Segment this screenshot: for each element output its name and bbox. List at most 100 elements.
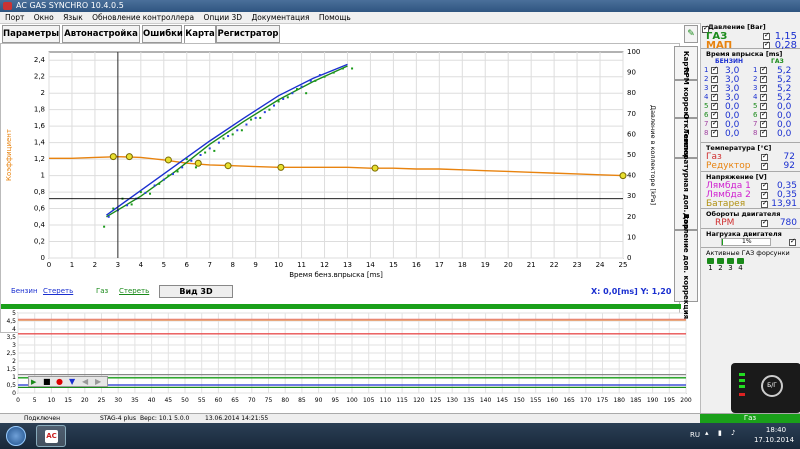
log-x-tick-label: 115 — [396, 397, 408, 404]
log-x-tick-label: 165 — [563, 397, 575, 404]
gas-injector-checkbox[interactable] — [760, 128, 767, 137]
app-taskbar-icon: AC — [45, 430, 58, 443]
taskbar-app-button[interactable]: AC — [36, 425, 66, 447]
y2-tick-label: 100 — [627, 48, 640, 56]
gas-injector-checkbox[interactable] — [760, 119, 767, 128]
x-tick-label: 6 — [185, 261, 190, 269]
voltage-header: Напряжение [V] — [706, 173, 767, 181]
rpm-checkbox[interactable] — [761, 218, 768, 227]
tray-up-icon[interactable]: ▴ — [705, 429, 709, 437]
benzin-injector-checkbox[interactable] — [711, 74, 718, 83]
battery-checkbox[interactable] — [761, 199, 768, 208]
gas-injector-checkbox[interactable] — [760, 101, 767, 110]
benzin-injector-checkbox[interactable] — [711, 65, 718, 74]
gas-switch-button[interactable]: Б/Г — [761, 375, 783, 397]
benzin-injector-checkbox[interactable] — [711, 101, 718, 110]
pressure-section: Давление [Bar] ГАЗ1,15 МАП0,28 — [701, 23, 800, 51]
erase-benzin-button[interactable]: Стереть — [43, 287, 73, 295]
gas-injector-icon-number: 2 — [718, 264, 723, 272]
log-x-tick-label: 190 — [647, 397, 659, 404]
title-bar: AC GAS SYNCHRO 10.4.0.5 — [0, 0, 800, 12]
y-tick-label: 2,2 — [34, 73, 45, 81]
stop-icon[interactable]: ■ — [43, 377, 51, 386]
temp-reducer-checkbox[interactable] — [761, 161, 768, 170]
benzin-injector-checkbox[interactable] — [711, 110, 718, 119]
next-icon[interactable]: ▶ — [95, 377, 101, 386]
gas-injector-icon-number: 3 — [728, 264, 733, 272]
gas-injector-checkbox[interactable] — [760, 74, 767, 83]
x-axis-label: Время бенз.впрыска [ms] — [289, 271, 383, 279]
log-x-tick-label: 110 — [380, 397, 392, 404]
log-x-tick-label: 105 — [363, 397, 375, 404]
taskbar: AC RU ▴ ▮ ♪ 18:40 17.10.2014 — [0, 423, 800, 449]
rpm-header: Обороты двигателя — [706, 210, 781, 218]
y-tick-label: 2,4 — [34, 56, 46, 64]
data-point — [619, 172, 627, 180]
gas-injector-icon-number: 1 — [708, 264, 713, 272]
tab-errors[interactable]: Ошибки — [142, 25, 183, 43]
language-indicator[interactable]: RU — [690, 431, 700, 439]
data-point — [240, 129, 243, 132]
data-point — [125, 153, 133, 161]
benzin-injector-checkbox[interactable] — [711, 128, 718, 137]
data-point — [236, 129, 239, 132]
network-icon[interactable]: ▮ — [718, 429, 722, 437]
tab-autotune[interactable]: Автонастройка — [62, 25, 140, 43]
active-injectors-header: Активные ГАЗ форсунки — [706, 249, 790, 257]
y2-tick-label: 10 — [627, 233, 636, 241]
led-3 — [739, 385, 745, 388]
x-tick-label: 24 — [596, 261, 605, 269]
benzin-injector-checkbox[interactable] — [711, 92, 718, 101]
x-tick-label: 19 — [481, 261, 490, 269]
benzin-injector-checkbox[interactable] — [711, 83, 718, 92]
log-x-tick-label: 0 — [16, 397, 20, 404]
gas-injector-checkbox[interactable] — [760, 65, 767, 74]
gas-injector-number: 5 — [753, 102, 758, 110]
start-button[interactable] — [6, 426, 26, 446]
data-point — [273, 104, 276, 107]
save-icon[interactable]: ▼ — [69, 377, 75, 386]
y-tick-label: 1 — [41, 172, 45, 180]
menu-options-3d[interactable]: Опции 3D — [203, 13, 242, 22]
load-checkbox[interactable] — [789, 237, 796, 246]
lambda1-checkbox[interactable] — [761, 181, 768, 190]
temp-gas-checkbox[interactable] — [761, 152, 768, 161]
prev-icon[interactable]: ◀ — [82, 377, 88, 386]
menu-docs[interactable]: Документация — [251, 13, 309, 22]
gas-injector-checkbox[interactable] — [760, 110, 767, 119]
erase-gas-button[interactable]: Стереть — [119, 287, 149, 295]
menu-bar: Порт Окно Язык Обновление контроллера Оп… — [0, 12, 800, 24]
pencil-icon[interactable]: ✎ — [684, 25, 698, 43]
menu-update[interactable]: Обновление контроллера — [92, 13, 194, 22]
data-point — [176, 170, 179, 173]
lambda2-checkbox[interactable] — [761, 190, 768, 199]
menu-window[interactable]: Окно — [34, 13, 54, 22]
log-x-tick-label: 180 — [613, 397, 625, 404]
record-icon[interactable]: ● — [56, 377, 63, 386]
benzin-injector-checkbox[interactable] — [711, 119, 718, 128]
gas-injector-checkbox[interactable] — [760, 92, 767, 101]
y2-tick-label: 40 — [627, 172, 636, 180]
data-point — [217, 141, 220, 144]
vtab-press-corr[interactable]: Давление доп. коррекция — [674, 213, 698, 319]
map-checkbox[interactable] — [763, 40, 770, 49]
menu-help[interactable]: Помощь — [319, 13, 351, 22]
menu-language[interactable]: Язык — [63, 13, 83, 22]
gas-injector-checkbox[interactable] — [760, 83, 767, 92]
vtab-rpm[interactable]: RPM коррекция — [674, 67, 698, 131]
tab-parameters[interactable]: Параметры — [2, 25, 60, 43]
play-icon[interactable]: ▶ — [31, 378, 36, 386]
menu-port[interactable]: Порт — [5, 13, 24, 22]
tab-map[interactable]: Карта — [184, 25, 216, 43]
log-x-tick-label: 75 — [265, 397, 273, 404]
view-3d-button[interactable]: Вид 3D — [159, 285, 233, 298]
log-x-tick-label: 160 — [547, 397, 559, 404]
data-point — [250, 118, 253, 121]
gas-pressure-checkbox[interactable] — [763, 31, 770, 40]
data-point — [371, 164, 379, 172]
x-tick-label: 7 — [207, 261, 211, 269]
tab-recorder[interactable]: Регистратор — [216, 25, 280, 43]
log-y-tick-label: 0,5 — [6, 382, 16, 389]
volume-icon[interactable]: ♪ — [731, 429, 735, 437]
data-point — [227, 135, 230, 138]
